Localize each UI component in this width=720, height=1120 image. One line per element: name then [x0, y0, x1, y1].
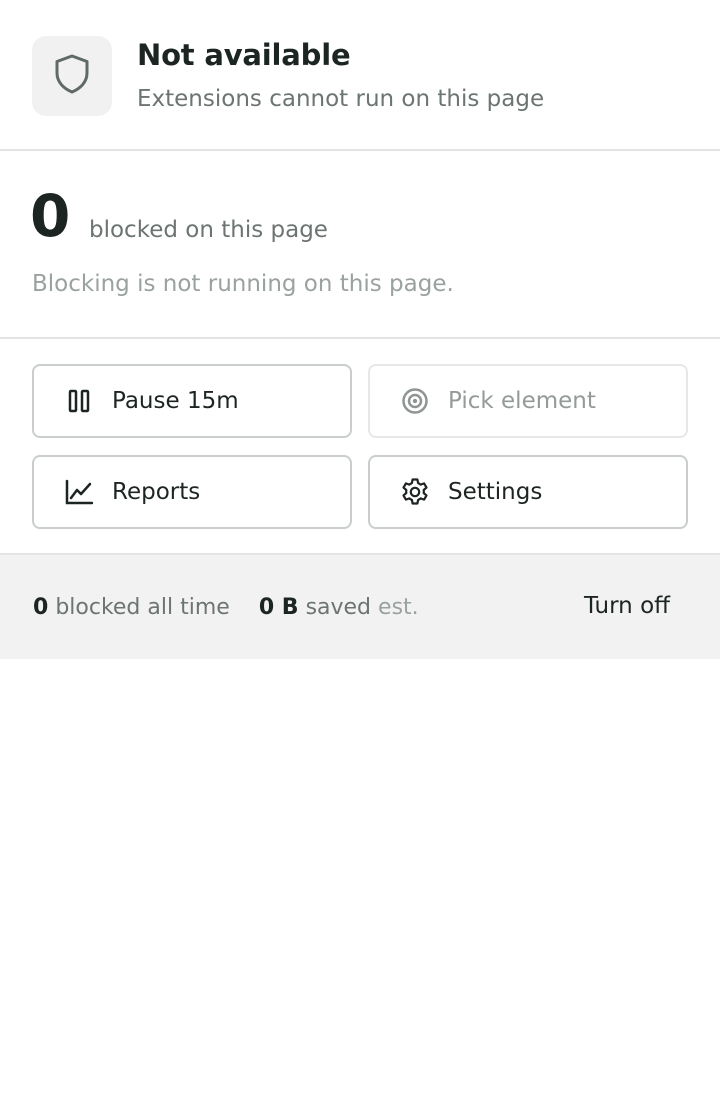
pause-button-label: Pause 15m: [112, 388, 239, 414]
shield-icon: [52, 52, 92, 100]
settings-button[interactable]: Settings: [368, 455, 688, 529]
footer-stats: 0 blocked all time 0 B saved est.: [33, 595, 419, 620]
shield-badge: [32, 36, 112, 116]
page-title: Not available: [137, 38, 351, 72]
reports-button-label: Reports: [112, 479, 201, 505]
status-header: Not available Extensions cannot run on t…: [0, 0, 720, 151]
footer-bar: 0 blocked all time 0 B saved est. Turn o…: [0, 555, 720, 659]
target-icon: [400, 386, 430, 416]
blocked-stats: 0 blocked on this page Blocking is not r…: [0, 151, 720, 339]
settings-button-label: Settings: [448, 479, 543, 505]
pick-element-button[interactable]: Pick element: [368, 364, 688, 438]
reports-button[interactable]: Reports: [32, 455, 352, 529]
blocked-count-label: blocked on this page: [89, 217, 328, 243]
pause-button[interactable]: Pause 15m: [32, 364, 352, 438]
status-note: Blocking is not running on this page.: [32, 271, 454, 297]
pick-element-button-label: Pick element: [448, 388, 596, 414]
gear-icon: [400, 477, 430, 507]
page-subtitle: Extensions cannot run on this page: [137, 86, 545, 112]
chart-icon: [64, 477, 94, 507]
all-time-count: 0: [33, 595, 49, 620]
pause-icon: [64, 386, 94, 416]
action-grid: Pause 15m Pick element Reports Settings: [0, 339, 720, 555]
saved-estimate-suffix: est.: [378, 595, 419, 620]
all-time-label: blocked all time: [55, 595, 230, 620]
saved-label: saved: [305, 595, 372, 620]
saved-amount: 0 B: [258, 595, 299, 620]
blocked-count: 0: [30, 182, 71, 250]
turn-off-button[interactable]: Turn off: [584, 593, 670, 619]
